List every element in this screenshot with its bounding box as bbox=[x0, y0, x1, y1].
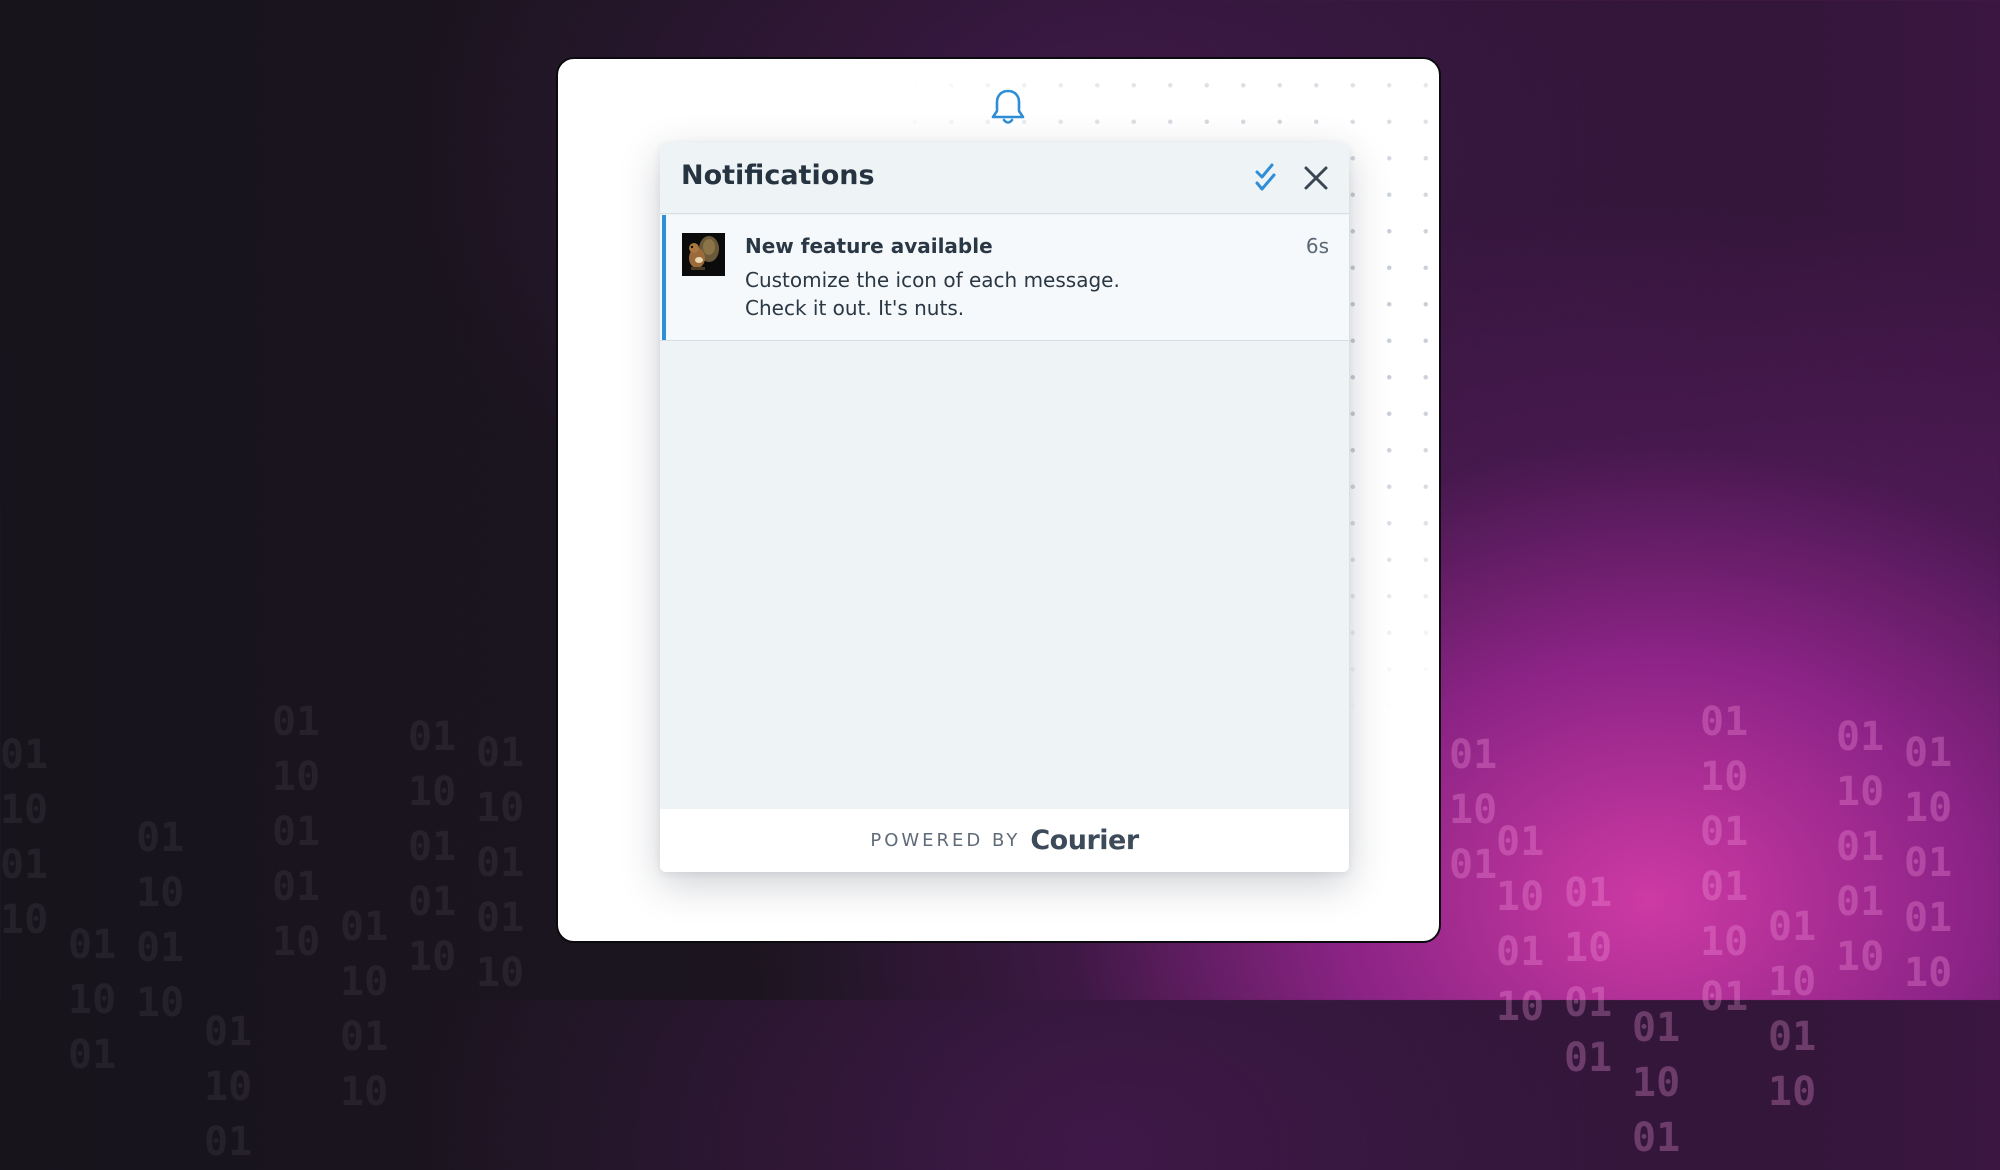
binary-decoration: 01 10 01 01 10 bbox=[408, 714, 457, 980]
binary-decoration: 01 10 01 01 10 bbox=[476, 730, 525, 996]
squirrel-image bbox=[682, 233, 725, 276]
binary-decoration: 01 10 01 10 bbox=[1768, 904, 1817, 1115]
courier-logo[interactable]: Courier bbox=[1030, 825, 1139, 856]
binary-decoration: 01 10 01 bbox=[68, 922, 117, 1078]
bell-icon[interactable] bbox=[990, 87, 1026, 127]
binary-decoration: 01 10 01 10 bbox=[340, 904, 389, 1115]
binary-decoration: 01 10 01 01 10 bbox=[1836, 714, 1885, 980]
binary-decoration: 01 10 01 10 bbox=[0, 732, 49, 943]
powered-by-label: POWERED BY bbox=[870, 830, 1021, 851]
binary-decoration: 01 10 01 01 10 01 bbox=[1700, 699, 1749, 1020]
double-check-icon[interactable] bbox=[1252, 162, 1280, 194]
binary-decoration: 01 10 01 bbox=[204, 1009, 253, 1165]
binary-decoration: 01 10 01 01 10 bbox=[1904, 730, 1953, 996]
message-body: Customize the icon of each message. Chec… bbox=[745, 268, 1120, 320]
demo-frame: Notifications New feature available Cust… bbox=[556, 57, 1441, 943]
notification-inbox-panel: Notifications New feature available Cust… bbox=[660, 143, 1349, 872]
desktop-background: { "background": { "binary_left": [ "01\n… bbox=[0, 0, 2000, 1165]
binary-decoration: 01 10 01 01 10 bbox=[272, 699, 321, 965]
inbox-header: Notifications bbox=[660, 143, 1349, 214]
binary-decoration: 01 10 01 bbox=[1632, 1005, 1681, 1161]
binary-decoration: 01 10 01 10 bbox=[1496, 819, 1545, 1030]
binary-decoration: 01 10 01 10 bbox=[136, 815, 185, 1026]
inbox-title: Notifications bbox=[681, 160, 875, 191]
binary-decoration: 01 10 01 bbox=[1449, 732, 1498, 888]
message-item[interactable]: New feature available Customize the icon… bbox=[660, 215, 1349, 341]
unread-indicator bbox=[662, 215, 666, 340]
inbox-footer: POWERED BY Courier bbox=[660, 809, 1349, 872]
close-icon[interactable] bbox=[1303, 165, 1329, 191]
binary-decoration: 01 10 01 01 bbox=[1564, 870, 1613, 1081]
message-title: New feature available bbox=[745, 234, 993, 258]
message-timestamp: 6s bbox=[1305, 234, 1329, 258]
